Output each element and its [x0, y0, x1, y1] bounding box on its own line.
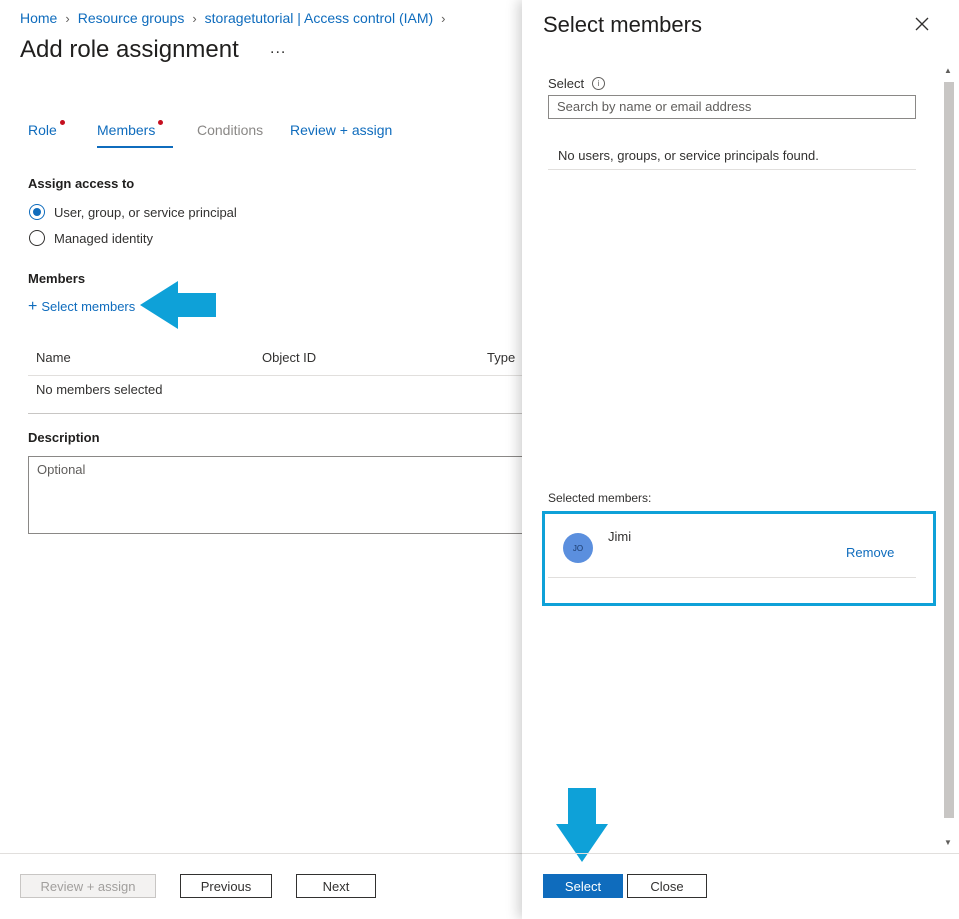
- radio-label: Managed identity: [54, 230, 154, 246]
- selected-members-label: Selected members:: [548, 491, 652, 505]
- tab-conditions[interactable]: Conditions: [197, 122, 263, 138]
- breadcrumb: Home › Resource groups › storagetutorial…: [20, 10, 454, 26]
- members-label: Members: [28, 271, 86, 286]
- remove-member-link[interactable]: Remove: [846, 545, 894, 560]
- column-header-name: Name: [36, 350, 71, 365]
- table-divider: [28, 375, 522, 376]
- required-dot-icon: [59, 120, 65, 125]
- info-icon[interactable]: i: [592, 77, 606, 90]
- tab-review-assign[interactable]: Review + assign: [290, 122, 392, 138]
- chevron-right-icon: ›: [65, 10, 70, 26]
- assign-access-label: Assign access to: [28, 176, 135, 191]
- review-assign-button[interactable]: Review + assign: [20, 874, 156, 898]
- no-results-text: No users, groups, or service principals …: [558, 148, 819, 163]
- breadcrumb-home[interactable]: Home: [20, 10, 57, 26]
- close-icon[interactable]: [912, 14, 932, 34]
- footer-divider: [0, 853, 522, 854]
- radio-unchecked-icon[interactable]: [29, 230, 45, 246]
- next-button[interactable]: Next: [296, 874, 376, 898]
- radio-user-group-sp[interactable]: User, group, or service principal: [29, 204, 237, 220]
- scrollbar-thumb[interactable]: [944, 82, 954, 818]
- table-bottom-divider: [28, 413, 522, 414]
- selected-member-name: Jimi: [608, 529, 632, 544]
- description-label: Description: [28, 430, 100, 445]
- tab-label: Members: [97, 122, 156, 138]
- avatar: JO: [563, 533, 593, 563]
- select-members-link[interactable]: + Select members: [28, 298, 136, 315]
- select-label: Select: [548, 76, 585, 91]
- select-members-panel: Select members Select i Search by name o…: [522, 0, 959, 919]
- select-field-label: Select i: [548, 76, 606, 91]
- plus-icon: +: [28, 298, 38, 315]
- page-title: Add role assignment: [20, 36, 239, 63]
- description-textarea[interactable]: Optional: [28, 456, 548, 534]
- radio-label: User, group, or service principal: [54, 204, 237, 220]
- selected-row-divider: [548, 577, 916, 578]
- tab-label: Role: [28, 122, 57, 138]
- radio-managed-identity[interactable]: Managed identity: [29, 230, 153, 246]
- breadcrumb-resource-groups[interactable]: Resource groups: [78, 10, 185, 26]
- select-button[interactable]: Select: [543, 874, 623, 898]
- tab-role[interactable]: Role: [28, 120, 65, 138]
- scroll-up-icon[interactable]: ▲: [944, 66, 952, 75]
- annotation-arrow-left-icon: [140, 281, 216, 329]
- column-header-type: Type: [487, 350, 516, 365]
- more-options-icon[interactable]: ...: [270, 40, 286, 58]
- scroll-down-icon[interactable]: ▼: [944, 838, 952, 847]
- select-members-label: Select members: [41, 299, 136, 314]
- panel-close-button[interactable]: Close: [627, 874, 707, 898]
- chevron-right-icon: ›: [192, 10, 197, 26]
- results-divider: [548, 169, 916, 170]
- previous-button[interactable]: Previous: [180, 874, 272, 898]
- breadcrumb-iam[interactable]: storagetutorial | Access control (IAM): [205, 10, 434, 26]
- panel-title: Select members: [543, 12, 702, 37]
- tab-members[interactable]: Members: [97, 120, 164, 138]
- empty-members-text: No members selected: [36, 382, 163, 397]
- radio-checked-icon[interactable]: [29, 204, 45, 220]
- required-dot-icon: [158, 120, 164, 125]
- search-input[interactable]: Search by name or email address: [548, 95, 916, 119]
- panel-footer-divider: [522, 853, 959, 854]
- active-tab-indicator: [97, 146, 173, 148]
- column-header-object-id: Object ID: [262, 350, 317, 365]
- chevron-right-icon: ›: [441, 10, 446, 26]
